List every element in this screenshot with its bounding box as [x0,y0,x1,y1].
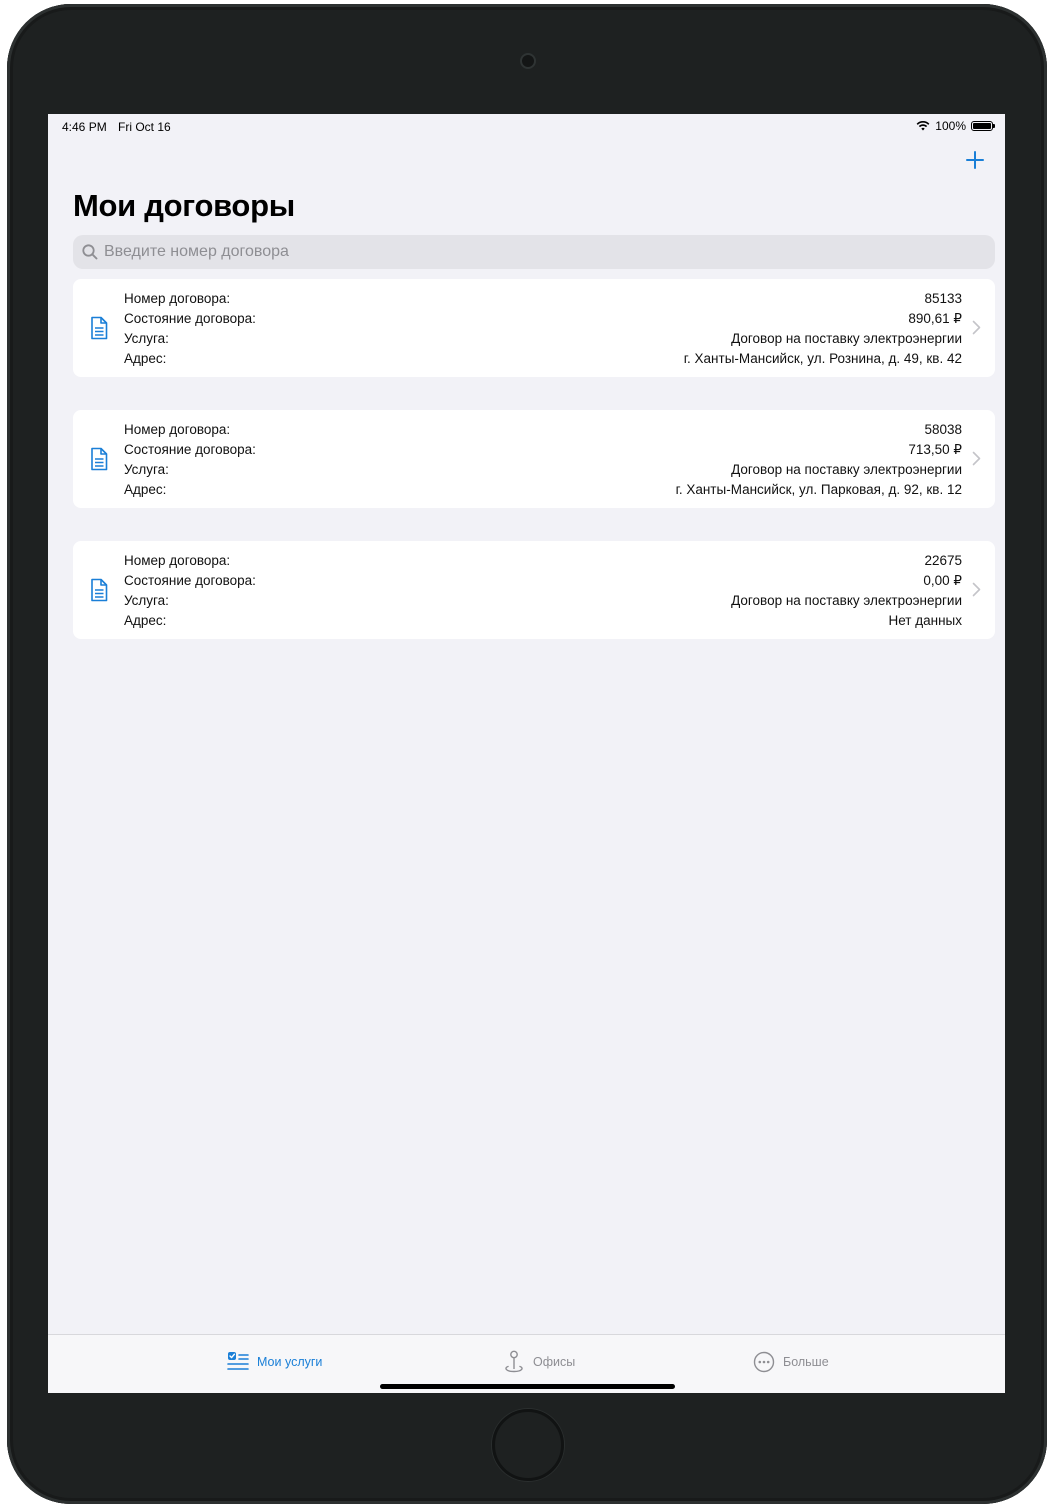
contract-service-label: Услуга: [124,462,169,477]
contract-number-row: Номер договора: 85133 [124,289,962,309]
contract-card[interactable]: Номер договора: 85133 Состояние договора… [73,279,995,377]
chevron-right-icon [972,451,981,466]
add-contract-button[interactable] [961,146,989,174]
page-title: Мои договоры [73,188,295,223]
contract-number-value: 85133 [924,291,962,306]
battery-percent: 100% [935,119,966,133]
search-bar[interactable] [73,235,995,269]
tab-label: Мои услуги [257,1355,323,1369]
status-time: 4:46 PM [62,120,107,134]
contract-state-row: Состояние договора: 0,00 ₽ [124,571,962,591]
contract-state-label: Состояние договора: [124,573,256,588]
wifi-icon [916,121,930,131]
contract-service-row: Услуга: Договор на поставку электроэнерг… [124,329,962,349]
tab-my-services[interactable]: Мои услуги [227,1349,322,1375]
chevron-right-icon [972,582,981,597]
contract-address-row: Адрес: Нет данных [124,611,962,631]
contract-state-label: Состояние договора: [124,442,256,457]
status-right: 100% [916,119,995,133]
search-input[interactable] [102,242,986,262]
contract-address-value: Нет данных [888,613,963,628]
contract-state-value: 713,50 ₽ [908,442,962,457]
contract-number-row: Номер договора: 22675 [124,551,962,571]
contract-state-label: Состояние договора: [124,311,256,326]
contract-address-row: Адрес: г. Ханты-Мансийск, ул. Парковая, … [124,480,962,500]
contract-state-value: 890,61 ₽ [908,311,962,326]
tab-label: Офисы [533,1355,576,1369]
contract-address-value: г. Ханты-Мансийск, ул. Парковая, д. 92, … [675,482,962,497]
contract-details: Номер договора: 22675 Состояние договора… [124,551,962,631]
contract-service-label: Услуга: [124,331,169,346]
screen: 4:46 PM Fri Oct 16 100% Мои договоры Вве… [48,114,1005,1393]
tab-offices[interactable]: Офисы [503,1349,575,1375]
contract-number-value: 58038 [924,422,962,437]
contract-state-row: Состояние договора: 890,61 ₽ [124,309,962,329]
contract-number-label: Номер договора: [124,291,231,306]
contract-service-label: Услуга: [124,593,169,608]
contract-number-label: Номер договора: [124,422,231,437]
contract-card[interactable]: Номер договора: 58038 Состояние договора… [73,410,995,508]
contract-address-value: г. Ханты-Мансийск, ул. Рознина, д. 49, к… [683,351,962,366]
status-bar: 4:46 PM Fri Oct 16 100% [48,114,1005,140]
home-button[interactable] [492,1409,564,1481]
search-icon [82,244,98,260]
contract-number-label: Номер договора: [124,553,231,568]
contract-details: Номер договора: 58038 Состояние договора… [124,420,962,500]
tab-label: Больше [783,1355,829,1369]
camera [520,53,536,69]
contract-number-value: 22675 [924,553,962,568]
contract-address-label: Адрес: [124,351,167,366]
battery-icon [971,121,995,131]
checklist-icon [227,1352,249,1370]
home-indicator[interactable] [380,1384,675,1389]
document-icon [91,578,108,602]
document-icon [91,316,108,340]
status-date: Fri Oct 16 [118,120,171,134]
more-icon [753,1351,775,1373]
contract-service-value: Договор на поставку электроэнергии [731,593,962,608]
contract-service-row: Услуга: Договор на поставку электроэнерг… [124,460,962,480]
contract-address-label: Адрес: [124,613,167,628]
contract-details: Номер договора: 85133 Состояние договора… [124,289,962,369]
contract-address-label: Адрес: [124,482,167,497]
contract-service-value: Договор на поставку электроэнергии [731,331,962,346]
document-icon [91,447,108,471]
plus-icon [966,151,984,169]
contract-address-row: Адрес: г. Ханты-Мансийск, ул. Рознина, д… [124,349,962,369]
contract-card[interactable]: Номер договора: 22675 Состояние договора… [73,541,995,639]
contract-service-row: Услуга: Договор на поставку электроэнерг… [124,591,962,611]
map-pin-icon [505,1350,523,1373]
contract-state-row: Состояние договора: 713,50 ₽ [124,440,962,460]
chevron-right-icon [972,320,981,335]
contract-service-value: Договор на поставку электроэнергии [731,462,962,477]
contract-state-value: 0,00 ₽ [923,573,962,588]
contract-number-row: Номер договора: 58038 [124,420,962,440]
tab-more[interactable]: Больше [753,1349,829,1375]
